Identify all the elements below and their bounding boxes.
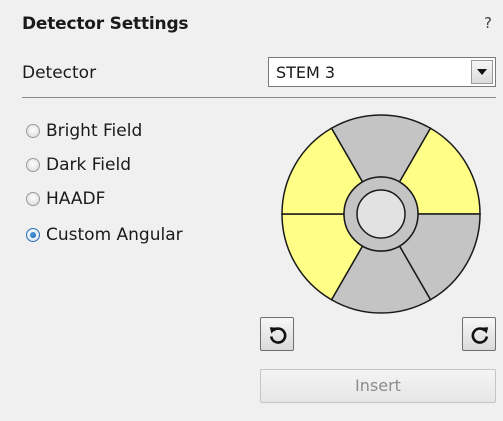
chevron-down-icon [477, 69, 487, 75]
radio-label: Bright Field [46, 121, 143, 141]
detector-settings-panel: Detector Settings ? Detector STEM 3 Brig… [0, 0, 503, 421]
rotate-clockwise-icon [471, 327, 489, 344]
panel-title: Detector Settings [22, 14, 189, 34]
radio-button[interactable] [26, 124, 40, 138]
rotate-right-button[interactable] [462, 317, 496, 351]
radio-label: Dark Field [46, 155, 131, 175]
radio-button[interactable] [26, 158, 40, 172]
detector-dropdown-value: STEM 3 [276, 63, 336, 82]
section-divider [22, 97, 496, 98]
panel-header: Detector Settings ? [22, 14, 492, 42]
detector-segment-diagram [281, 114, 481, 314]
detector-dropdown[interactable]: STEM 3 [268, 57, 496, 87]
radio-button[interactable] [26, 228, 40, 242]
rotate-left-button[interactable] [260, 317, 294, 351]
radio-label: Custom Angular [46, 225, 183, 245]
radio-label: HAADF [46, 189, 106, 209]
dropdown-arrow-button[interactable] [471, 60, 493, 84]
detector-label: Detector [22, 63, 97, 83]
rotate-counterclockwise-icon [269, 327, 287, 344]
help-button[interactable]: ? [484, 14, 492, 32]
center-segment[interactable] [356, 189, 406, 239]
radio-button[interactable] [26, 192, 40, 206]
insert-button[interactable]: Insert [260, 369, 496, 403]
